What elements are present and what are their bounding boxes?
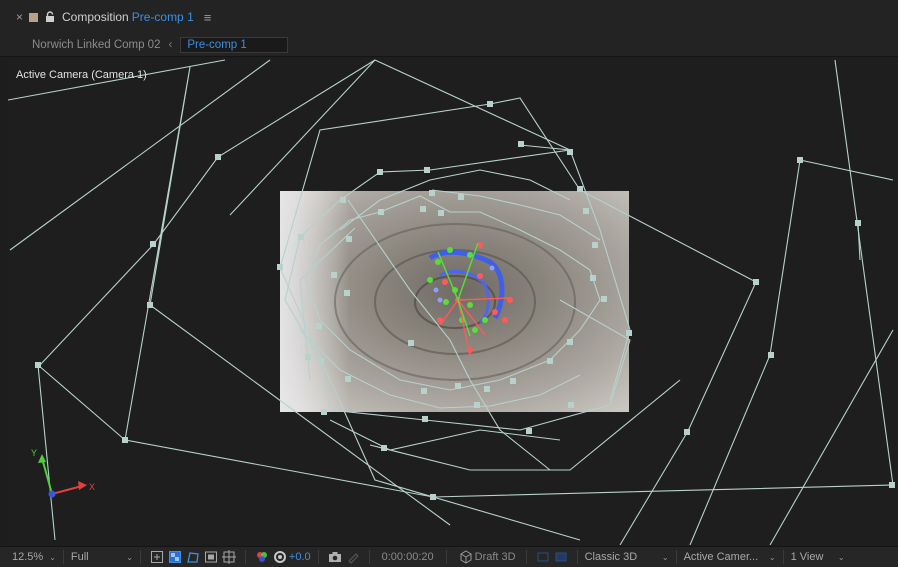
region-of-interest-icon[interactable] bbox=[204, 550, 218, 564]
composition-viewer[interactable]: Active Camera (Camera 1) Y X bbox=[8, 57, 898, 545]
3d-view-icons bbox=[529, 547, 575, 567]
draft-3d-label: Draft 3D bbox=[474, 551, 516, 563]
view-options-group bbox=[143, 547, 243, 567]
renderer-dropdown[interactable]: Classic 3D ⌄ bbox=[580, 547, 674, 567]
toolbar-divider bbox=[139, 550, 141, 564]
close-icon[interactable]: × bbox=[16, 10, 23, 24]
toolbar-divider bbox=[782, 550, 784, 564]
axis-y-label: Y bbox=[31, 448, 37, 458]
zoom-dropdown[interactable]: 12.5% ⌄ bbox=[0, 547, 61, 567]
3d-view-dropdown[interactable]: Active Camer... ⌄ bbox=[679, 547, 781, 567]
panel-menu-icon[interactable]: ≡ bbox=[204, 10, 212, 25]
toolbar-divider bbox=[317, 550, 319, 564]
renderer-value: Classic 3D bbox=[584, 551, 638, 563]
resolution-dropdown[interactable]: Full ⌄ bbox=[66, 547, 138, 567]
color-exposure-group: +0.0 bbox=[248, 547, 316, 567]
viewer-toolbar: 12.5% ⌄ Full ⌄ +0.0 0:00:00:20 Draft 3D bbox=[0, 546, 898, 567]
panel-title-row: × Composition Pre-comp 1 ≡ bbox=[16, 8, 211, 26]
show-snapshot-icon[interactable] bbox=[346, 550, 360, 564]
panel-label: Composition bbox=[62, 10, 129, 24]
fast-previews-icon[interactable] bbox=[150, 550, 164, 564]
axis-x-label: X bbox=[89, 482, 95, 492]
chevron-down-icon: ⌄ bbox=[837, 552, 845, 562]
toolbar-divider bbox=[675, 550, 677, 564]
chevron-down-icon: ⌄ bbox=[768, 552, 776, 562]
3d-view-value: Active Camer... bbox=[683, 551, 759, 563]
mask-path-icon[interactable] bbox=[186, 550, 200, 564]
view-layout-dropdown[interactable]: 1 View ⌄ bbox=[786, 547, 850, 567]
toolbar-divider bbox=[244, 550, 246, 564]
chevron-down-icon: ⌄ bbox=[126, 552, 133, 562]
active-camera-label: Active Camera (Camera 1) bbox=[16, 69, 147, 81]
panel-header: × Composition Pre-comp 1 ≡ bbox=[0, 0, 898, 34]
toolbar-divider bbox=[576, 550, 578, 564]
viewer-canvas[interactable]: Y X bbox=[8, 57, 898, 545]
camera-snapshot-icon[interactable] bbox=[328, 550, 342, 564]
current-time: 0:00:00:20 bbox=[381, 551, 434, 563]
layer-footage[interactable] bbox=[280, 191, 629, 412]
grid-guides-icon[interactable] bbox=[221, 550, 236, 564]
chevron-left-icon[interactable]: ‹ bbox=[168, 39, 172, 51]
toolbar-divider bbox=[445, 550, 447, 564]
toolbar-divider bbox=[368, 550, 370, 564]
channel-rgb-icon[interactable] bbox=[255, 550, 269, 564]
composition-name[interactable]: Pre-comp 1 bbox=[132, 10, 194, 24]
transparency-grid-icon[interactable] bbox=[168, 550, 182, 564]
comp-navigator: Norwich Linked Comp 02 ‹ Pre-comp 1 bbox=[0, 34, 898, 57]
lock-icon[interactable] bbox=[44, 11, 56, 23]
view-layout-value: 1 View bbox=[790, 551, 824, 563]
reset-exposure-icon[interactable] bbox=[273, 550, 287, 564]
label-color-swatch[interactable] bbox=[29, 12, 39, 22]
tab-parent-comp[interactable]: Norwich Linked Comp 02 bbox=[32, 39, 160, 51]
draft-3d-toggle[interactable]: Draft 3D bbox=[449, 547, 524, 567]
toolbar-divider bbox=[525, 550, 527, 564]
chevron-down-icon: ⌄ bbox=[49, 552, 56, 562]
ground-plane-icon[interactable] bbox=[554, 550, 568, 564]
toolbar-divider bbox=[62, 550, 64, 564]
timecode-display[interactable]: 0:00:00:20 bbox=[372, 547, 444, 567]
snapshot-group bbox=[321, 547, 367, 567]
tab-active-comp[interactable]: Pre-comp 1 bbox=[180, 37, 288, 53]
resolution-value: Full bbox=[70, 551, 89, 563]
axis-gizmo: Y X bbox=[31, 448, 95, 498]
exposure-value[interactable]: +0.0 bbox=[289, 551, 311, 563]
zoom-value: 12.5% bbox=[12, 551, 44, 563]
draft-3d-icon bbox=[460, 550, 472, 564]
chevron-down-icon: ⌄ bbox=[661, 552, 669, 562]
extended-viewer-icon[interactable] bbox=[536, 550, 550, 564]
